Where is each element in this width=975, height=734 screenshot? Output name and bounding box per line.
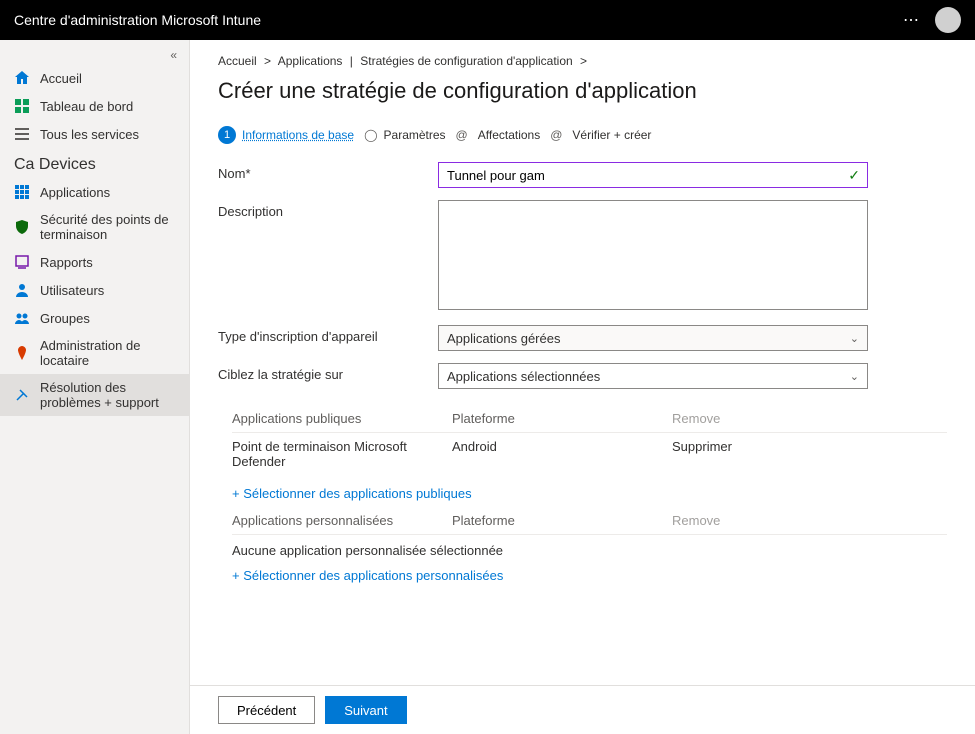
step-settings[interactable]: ◯ Paramètres [364, 128, 445, 142]
step-at-icon: @ [456, 128, 468, 142]
check-icon: ✓ [848, 167, 860, 184]
select-value: Applications sélectionnées [447, 369, 600, 384]
sidebar-item-label: Utilisateurs [40, 283, 104, 298]
sidebar-item-label: Sécurité des points de terminaison [40, 212, 175, 242]
sidebar-item-label: Administration de locataire [40, 338, 175, 368]
col-platform: Plateforme [452, 411, 672, 426]
tools-icon [14, 387, 30, 403]
step-assignments[interactable]: Affectations [478, 128, 540, 142]
breadcrumb-home[interactable]: Accueil [218, 54, 257, 68]
sidebar-item-label: Applications [40, 185, 110, 200]
breadcrumb-sep: > [580, 54, 587, 68]
sidebar-item-dashboard[interactable]: Tableau de bord [0, 92, 189, 120]
name-label: Nom* [218, 162, 438, 181]
custom-apps-table: Applications personnalisées Plateforme R… [232, 507, 947, 535]
step-basics[interactable]: 1 Informations de base [218, 126, 354, 144]
step-circle-icon: ◯ [364, 128, 377, 142]
sidebar-item-label: Tous les services [40, 127, 139, 142]
cell-app: Point de terminaison Microsoft Defender [232, 439, 452, 469]
dashboard-icon [14, 98, 30, 114]
public-apps-table: Applications publiques Plateforme Remove… [232, 405, 947, 476]
col-app: Applications publiques [232, 411, 452, 426]
cell-platform: Android [452, 439, 672, 469]
breadcrumb-pipe: | [350, 54, 353, 68]
tenant-icon [14, 345, 30, 361]
sidebar-item-tenant[interactable]: Administration de locataire [0, 332, 189, 374]
table-header: Applications personnalisées Plateforme R… [232, 507, 947, 535]
sidebar-item-reports[interactable]: Rapports [0, 248, 189, 276]
breadcrumb-apps[interactable]: Applications [278, 54, 343, 68]
sidebar-item-endpoint[interactable]: Sécurité des points de terminaison [0, 206, 189, 248]
avatar[interactable] [935, 7, 961, 33]
name-input[interactable] [438, 162, 868, 188]
user-icon [14, 282, 30, 298]
sidebar-item-allservices[interactable]: Tous les services [0, 120, 189, 148]
next-button[interactable]: Suivant [325, 696, 406, 724]
wizard-footer: Précédent Suivant [190, 685, 975, 734]
sidebar-item-groups[interactable]: Groupes [0, 304, 189, 332]
topbar: Centre d'administration Microsoft Intune… [0, 0, 975, 40]
sidebar-item-label: Tableau de bord [40, 99, 133, 114]
step-review[interactable]: Vérifier + créer [572, 128, 651, 142]
target-policy-label: Ciblez la stratégie sur [218, 363, 438, 382]
sidebar-item-apps[interactable]: Applications [0, 178, 189, 206]
breadcrumb: Accueil > Applications | Stratégies de c… [218, 54, 947, 68]
sidebar-item-label: Rapports [40, 255, 93, 270]
col-remove: Remove [672, 411, 832, 426]
col-remove: Remove [672, 513, 832, 528]
apps-icon [14, 184, 30, 200]
more-icon[interactable]: ⋯ [903, 10, 921, 30]
sidebar-section-devices: Ca Devices [0, 148, 189, 178]
chevron-down-icon: ⌄ [850, 332, 859, 345]
wizard-steps: 1 Informations de base ◯ Paramètres @ Af… [218, 126, 947, 144]
sidebar-item-label: Accueil [40, 71, 82, 86]
topbar-right: ⋯ [903, 7, 961, 33]
add-public-apps-link[interactable]: Sélectionner des applications publiques [232, 486, 947, 501]
chevron-down-icon: ⌄ [850, 370, 859, 383]
breadcrumb-policies[interactable]: Stratégies de configuration d'applicatio… [360, 54, 572, 68]
col-platform: Plateforme [452, 513, 672, 528]
table-header: Applications publiques Plateforme Remove [232, 405, 947, 433]
report-icon [14, 254, 30, 270]
home-icon [14, 70, 30, 86]
list-icon [14, 126, 30, 142]
sidebar-item-troubleshoot[interactable]: Résolution des problèmes + support [0, 374, 189, 416]
page-title: Créer une stratégie de configuration d'a… [218, 78, 947, 104]
remove-link[interactable]: Supprimer [672, 439, 832, 469]
add-custom-apps-link[interactable]: Sélectionner des applications personnali… [232, 568, 947, 583]
group-icon [14, 310, 30, 326]
enrollment-type-select[interactable]: Applications gérées ⌄ [438, 325, 868, 351]
custom-apps-empty: Aucune application personnalisée sélecti… [232, 543, 947, 558]
step-label: Paramètres [384, 128, 446, 142]
step-badge-icon: 1 [218, 126, 236, 144]
col-app: Applications personnalisées [232, 513, 452, 528]
breadcrumb-sep: > [264, 54, 271, 68]
enrollment-type-label: Type d'inscription d'appareil [218, 325, 438, 344]
description-textarea[interactable] [438, 200, 868, 310]
sidebar-item-label: Résolution des problèmes + support [40, 380, 175, 410]
app-title: Centre d'administration Microsoft Intune [14, 12, 261, 28]
sidebar: « Accueil Tableau de bord Tous les servi… [0, 40, 190, 734]
main: Accueil > Applications | Stratégies de c… [190, 40, 975, 734]
step-label: Informations de base [242, 128, 354, 142]
step-label: Vérifier + créer [572, 128, 651, 142]
step-label: Affectations [478, 128, 540, 142]
step-at-icon: @ [550, 128, 562, 142]
sidebar-item-label: Groupes [40, 311, 90, 326]
description-label: Description [218, 200, 438, 219]
table-row: Point de terminaison Microsoft Defender … [232, 433, 947, 476]
sidebar-item-users[interactable]: Utilisateurs [0, 276, 189, 304]
select-value: Applications gérées [447, 331, 560, 346]
sidebar-item-home[interactable]: Accueil [0, 64, 189, 92]
shield-icon [14, 219, 30, 235]
previous-button[interactable]: Précédent [218, 696, 315, 724]
target-policy-select[interactable]: Applications sélectionnées ⌄ [438, 363, 868, 389]
collapse-sidebar-icon[interactable]: « [0, 46, 189, 64]
